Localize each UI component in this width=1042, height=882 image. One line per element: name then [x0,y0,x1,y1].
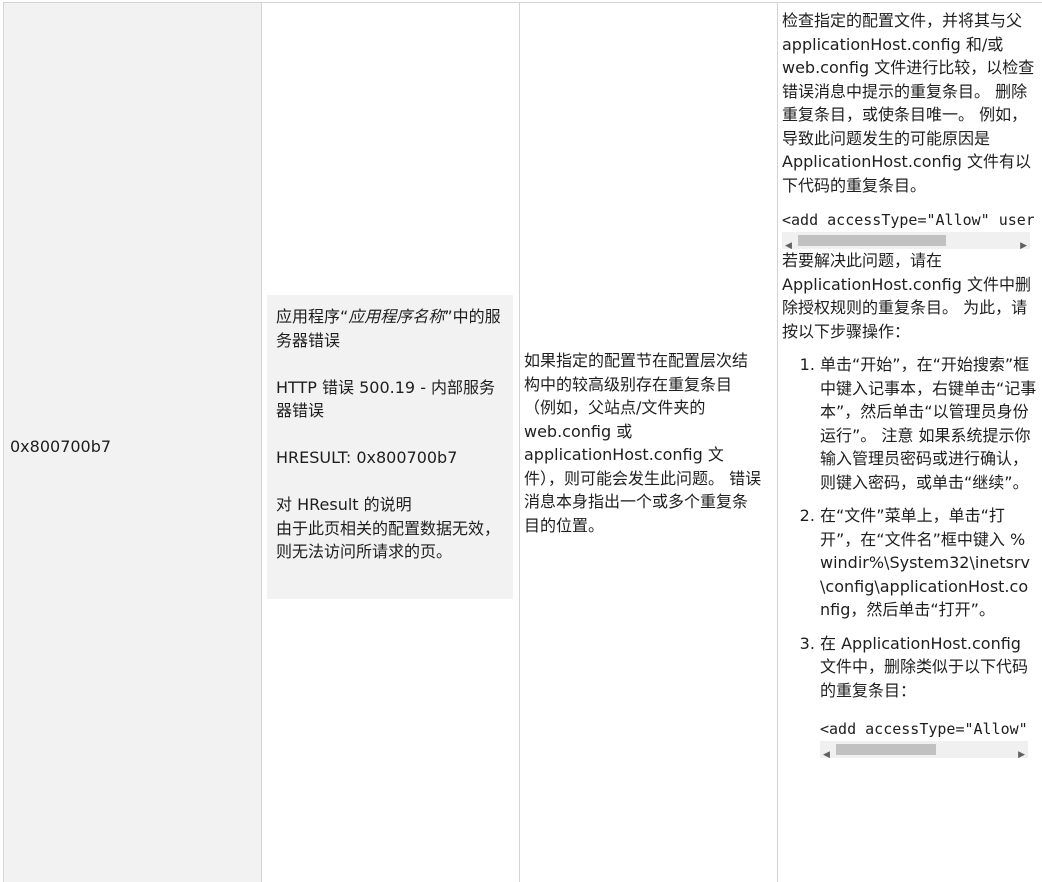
solution-cell: 检查指定的配置文件，并将其与父 applicationHost.config 和… [778,2,1042,882]
code-scrollbar-2[interactable]: ◀ ▶ [820,741,1028,760]
fix-intro: 若要解决此问题，请在 ApplicationHost.config 文件中删除授… [782,251,1031,341]
hresult-description: 对 HResult 的说明由于此页相关的配置数据无效，则无法访问所请求的页。 [276,493,505,564]
scroll-left-arrow-icon[interactable]: ◀ [785,235,792,259]
description-text: 由于此页相关的配置数据无效，则无法访问所请求的页。 [276,518,501,562]
scroll-thumb[interactable] [798,235,946,246]
cause-text: 如果指定的配置节在配置层次结构中的较高级别存在重复条目（例如，父站点/文件夹的 … [524,351,762,535]
http-error-line: HTTP 错误 500.19 - 内部服务器错误 [276,377,496,421]
app-name-placeholder: 应用程序名称 [348,307,445,326]
solution-content: 检查指定的配置文件，并将其与父 applicationHost.config 和… [782,9,1038,768]
steps-list: 单击“开始”，在“开始搜索”框中键入记事本，右键单击“记事本”，然后单击“以管理… [782,353,1038,760]
cause-cell: 如果指定的配置节在配置层次结构中的较高级别存在重复条目（例如，父站点/文件夹的 … [520,2,778,882]
code-scrollbar-1[interactable]: ◀ ▶ [782,232,1030,251]
error-code-cell: 0x800700b7 [3,2,262,882]
step-2: 在“文件”菜单上，单击“打开”，在“文件名”框中键入 %windir%\Syst… [820,504,1038,622]
code-block-2: <add accessType="Allow" users="*" /> [820,720,1034,738]
error-table: 0x800700b7 应用程序“应用程序名称”中的服务器错误 HTTP 错误 5… [0,0,1042,882]
step-3-code: <add accessType="Allow" users="*" /> ◀ ▶ [820,718,1034,760]
scroll-thumb[interactable] [836,744,936,755]
error-message-box: 应用程序“应用程序名称”中的服务器错误 HTTP 错误 500.19 - 内部服… [267,295,513,599]
description-title: 对 HResult 的说明 [276,495,412,514]
scroll-right-arrow-icon[interactable]: ▶ [1020,235,1027,259]
error-code: 0x800700b7 [10,437,112,456]
app-server-error-line: 应用程序“应用程序名称”中的服务器错误 [276,307,501,350]
code-block-1: <add accessType="Allow" users="*" /> [782,211,1034,229]
scroll-left-arrow-icon[interactable]: ◀ [823,744,830,768]
step-1: 单击“开始”，在“开始搜索”框中键入记事本，右键单击“记事本”，然后单击“以管理… [820,353,1038,494]
scroll-right-arrow-icon[interactable]: ▶ [1018,744,1025,768]
solution-intro: 检查指定的配置文件，并将其与父 applicationHost.config 和… [782,11,1035,195]
error-message-cell: 应用程序“应用程序名称”中的服务器错误 HTTP 错误 500.19 - 内部服… [262,2,520,882]
step-3: 在 ApplicationHost.config 文件中，删除类似于以下代码的重… [820,632,1038,760]
hresult-line: HRESULT: 0x800700b7 [276,448,458,467]
